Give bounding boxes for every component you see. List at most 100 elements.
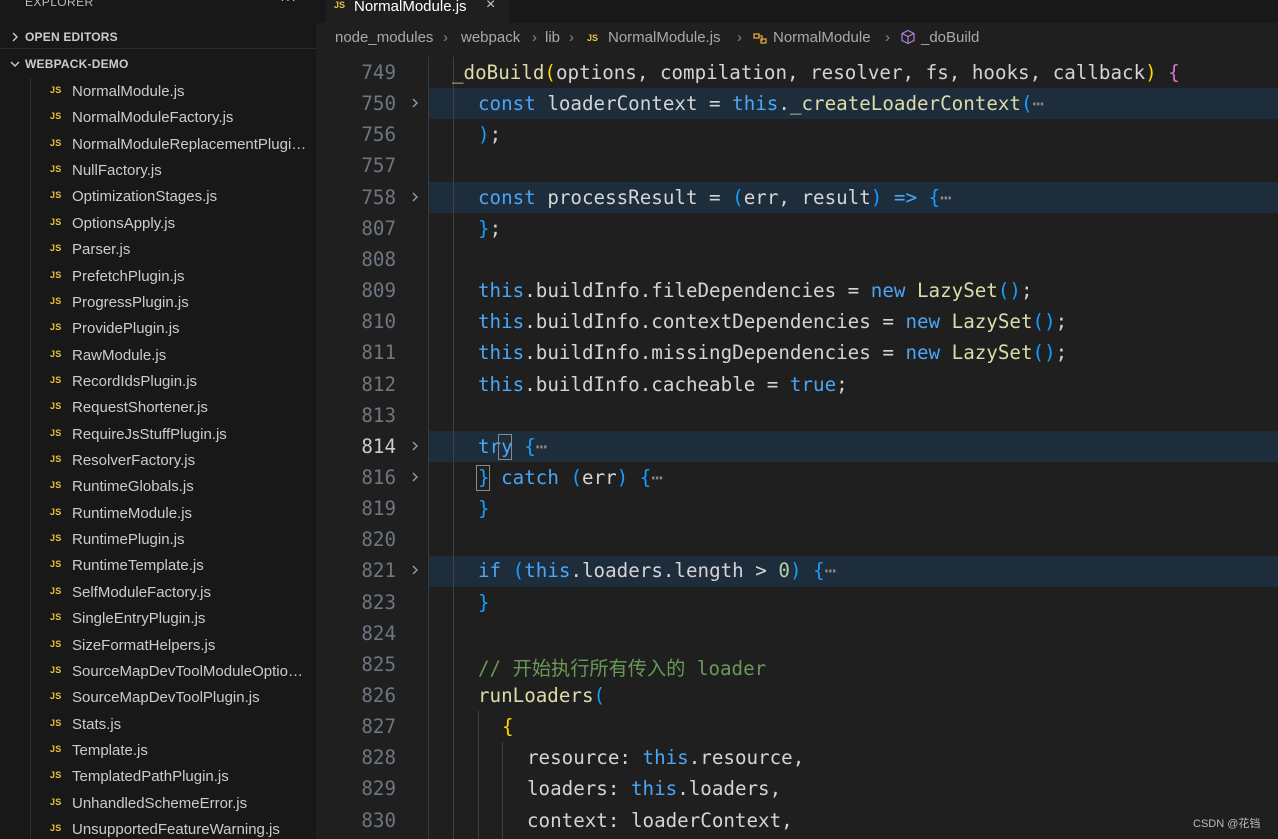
file-item[interactable]: JS NullFactory.js [0,157,316,183]
breadcrumb-item[interactable]: webpack [461,29,520,46]
file-item[interactable]: JS Stats.js [0,711,316,737]
file-name: TemplatedPathPlugin.js [72,768,229,786]
file-item[interactable]: JS NormalModuleReplacementPlugin.js [0,131,316,157]
line-number: 810 [361,310,396,334]
code-token: () [997,279,1021,303]
code-view[interactable]: 749 _doBuild(options, compilation, resolv… [316,57,1278,839]
breadcrumb-item[interactable]: NormalModule [773,29,871,46]
file-item[interactable]: JS UnhandledSchemeError.js [0,790,316,816]
file-item[interactable]: JS TemplatedPathPlugin.js [0,763,316,789]
file-name: RuntimeModule.js [72,504,193,522]
js-file-icon: JS [50,796,62,807]
file-item[interactable]: JS ResolverFactory.js [0,447,316,473]
code-token: ( [732,185,744,209]
code-text: this.buildInfo.contextDependencies = new… [478,310,1067,333]
file-item[interactable]: JS RequireJsStuffPlugin.js [0,421,316,447]
breadcrumb-item[interactable]: node_modules [335,29,433,46]
explorer-sidebar: EXPLORER ··· OPEN EDITORS WEBPACK-DEMO J… [0,0,316,839]
code-line: 808 [316,244,1278,275]
file-item[interactable]: JS ProgressPlugin.js [0,289,316,315]
file-item[interactable]: JS SourceMapDevToolPlugin.js [0,684,316,710]
js-file-icon: JS [50,717,62,728]
fold-collapsed-icon[interactable] [410,564,420,576]
line-number: 827 [361,715,396,739]
line-number: 821 [361,559,396,583]
chevron-right-icon: › [737,29,742,46]
file-item[interactable]: JS RequestShortener.js [0,394,316,420]
js-file-icon: JS [50,111,62,122]
code-token: { [524,434,536,458]
line-number: 812 [361,372,396,396]
close-icon[interactable]: × [486,0,495,14]
file-item[interactable]: JS NormalModuleFactory.js [0,104,316,130]
code-token: ( [570,465,583,489]
code-text: { [502,715,514,738]
file-item[interactable]: JS RuntimeModule.js [0,500,316,526]
file-item[interactable]: JS RecordIdsPlugin.js [0,368,316,394]
code-text: // 开始执行所有传入的 loader [478,653,766,681]
file-item[interactable]: JS Template.js [0,737,316,763]
file-item[interactable]: JS RuntimeGlobals.js [0,473,316,499]
file-item[interactable]: JS RuntimePlugin.js [0,526,316,552]
code-token: .buildInfo.fileDependencies = [524,279,871,303]
file-item[interactable]: JS OptimizationStages.js [0,183,316,209]
file-name: UnsupportedFeatureWarning.js [72,821,280,839]
file-name: NullFactory.js [72,162,162,180]
js-file-icon: JS [50,664,62,675]
code-token: loaders: [527,777,631,801]
line-number: 825 [361,652,396,676]
breadcrumb-item[interactable]: lib [545,29,560,46]
code-text: }; [478,217,501,240]
chevron-right-icon [12,32,18,42]
js-file-icon: JS [50,585,62,596]
file-item[interactable]: JS NormalModule.js [0,78,316,104]
file-item[interactable]: JS UnsupportedFeatureWarning.js [0,816,316,839]
file-item[interactable]: JS SizeFormatHelpers.js [0,632,316,658]
project-section[interactable]: WEBPACK-DEMO [0,52,316,76]
file-name: RequireJsStuffPlugin.js [72,425,227,443]
js-file-icon: JS [50,164,62,175]
fold-collapsed-icon[interactable] [410,97,420,109]
code-text: } catch (err) {⋯ [478,466,663,489]
file-item[interactable]: JS Parser.js [0,236,316,262]
more-actions-icon[interactable]: ··· [280,0,297,7]
line-number: 826 [361,684,396,707]
editor-area: JS NormalModule.js × node_modules › webp… [316,0,1278,839]
js-file-icon: JS [50,137,62,148]
file-item[interactable]: JS SourceMapDevToolModuleOptionsPlugin.js [0,658,316,684]
fold-collapsed-icon[interactable] [410,471,420,483]
line-number: 824 [361,621,396,645]
code-token: this [478,279,525,303]
code-text: resource: this.resource, [527,746,804,769]
file-name: RuntimePlugin.js [72,531,185,549]
file-item[interactable]: JS SelfModuleFactory.js [0,579,316,605]
code-token: options, compilation, resolver, fs, hook… [555,61,1146,84]
file-item[interactable]: JS OptionsApply.js [0,210,316,236]
file-item[interactable]: JS SingleEntryPlugin.js [0,605,316,631]
file-name: Stats.js [72,715,122,733]
code-token: loaderContext = [535,92,733,116]
tab-normalmodule[interactable]: JS NormalModule.js × [326,0,510,23]
code-token: ) [616,465,629,489]
breadcrumb-item[interactable]: _doBuild [921,29,979,46]
code-line: 824 [316,618,1278,649]
fold-collapsed-icon[interactable] [410,440,420,452]
code-line: 826 runLoaders( [316,680,1278,711]
open-editors-section[interactable]: OPEN EDITORS [0,25,316,49]
code-line: 830 context: loaderContext, [316,805,1278,836]
file-item[interactable]: JS RawModule.js [0,342,316,368]
code-token: context: loaderContext, [527,808,793,832]
file-item[interactable]: JS PrefetchPlugin.js [0,263,316,289]
js-file-icon: JS [50,480,62,491]
file-item[interactable]: JS ProvidePlugin.js [0,315,316,341]
code-token: runLoaders [478,684,594,707]
file-item[interactable]: JS RuntimeTemplate.js [0,552,316,578]
fold-collapsed-icon[interactable] [410,191,420,203]
method-cube-icon [901,29,915,45]
breadcrumb-item[interactable]: NormalModule.js [608,29,721,46]
file-name: ResolverFactory.js [72,452,196,470]
bracket-match-box [498,433,513,460]
code-token: } [478,216,490,240]
